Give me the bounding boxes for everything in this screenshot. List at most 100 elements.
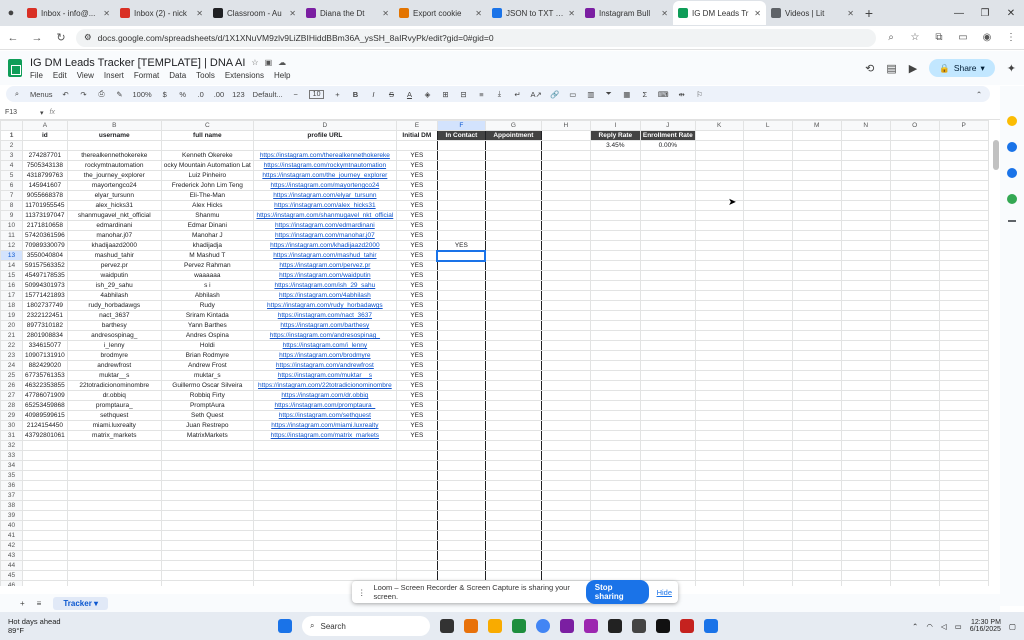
close-tab-icon[interactable]: ✕: [382, 9, 389, 18]
cell[interactable]: [694, 370, 744, 381]
cell[interactable]: [840, 370, 891, 381]
cell[interactable]: https://instagram.com/brodmyre: [252, 350, 397, 361]
cell[interactable]: [484, 490, 542, 501]
sidepanel-icon[interactable]: ▭: [954, 32, 972, 43]
cell[interactable]: [742, 550, 793, 561]
row-number[interactable]: 27: [0, 390, 23, 401]
cell[interactable]: [436, 420, 486, 431]
cell[interactable]: [436, 230, 486, 241]
cell[interactable]: [540, 510, 591, 521]
cell[interactable]: [840, 190, 891, 201]
cell[interactable]: [436, 140, 486, 151]
profile-icon[interactable]: ●: [0, 2, 22, 24]
cell[interactable]: [436, 460, 486, 471]
cell[interactable]: [639, 540, 696, 551]
comments-icon[interactable]: ▤: [886, 62, 896, 75]
cell[interactable]: YES: [395, 150, 438, 161]
cell[interactable]: [938, 210, 989, 221]
cell[interactable]: [791, 570, 842, 581]
cell[interactable]: [540, 550, 591, 561]
cell[interactable]: [589, 500, 641, 511]
cell[interactable]: [840, 560, 891, 571]
cell[interactable]: [742, 480, 793, 491]
cell[interactable]: [791, 180, 842, 191]
cell[interactable]: [484, 370, 542, 381]
cell[interactable]: [436, 400, 486, 411]
cell[interactable]: https://instagram.com/22totradicionomino…: [252, 380, 397, 391]
cell[interactable]: [540, 540, 591, 551]
cell[interactable]: [742, 150, 793, 161]
cell[interactable]: [938, 330, 989, 341]
spreadsheet-grid[interactable]: ABCDEFGHIJKLMNOP 1 id username full name pro…: [0, 120, 993, 586]
cell[interactable]: [694, 160, 744, 171]
cell[interactable]: [252, 520, 397, 531]
cell[interactable]: [22, 140, 68, 151]
cell[interactable]: [840, 210, 891, 221]
cell[interactable]: [22, 530, 68, 541]
cell[interactable]: [66, 450, 162, 461]
row-number[interactable]: 42: [0, 540, 23, 551]
cell[interactable]: [639, 170, 696, 181]
cell[interactable]: Juan Restrepo: [160, 420, 254, 431]
cell[interactable]: [484, 520, 542, 531]
cell[interactable]: https://instagram.com/elyar_tursunn: [252, 190, 397, 201]
cell[interactable]: [694, 390, 744, 401]
cell[interactable]: [889, 580, 940, 586]
cell[interactable]: khadijadja: [160, 240, 254, 251]
cell[interactable]: 11373197047: [22, 210, 68, 221]
cell[interactable]: [160, 470, 254, 481]
undo-icon[interactable]: ↶: [61, 90, 71, 99]
cell[interactable]: [938, 160, 989, 171]
cell[interactable]: [694, 550, 744, 561]
cell[interactable]: [66, 520, 162, 531]
cell[interactable]: MatrixMarkets: [160, 430, 254, 441]
cell[interactable]: [639, 310, 696, 321]
cell[interactable]: [436, 440, 486, 451]
cell[interactable]: [742, 320, 793, 331]
cell[interactable]: [395, 540, 438, 551]
cell[interactable]: [840, 350, 891, 361]
cell[interactable]: [252, 570, 397, 581]
cell[interactable]: [694, 450, 744, 461]
cell[interactable]: [639, 160, 696, 171]
cell[interactable]: [889, 420, 940, 431]
column-header[interactable]: J: [639, 120, 696, 131]
cell[interactable]: [889, 490, 940, 501]
cell[interactable]: [791, 500, 842, 511]
cell[interactable]: Holdi: [160, 340, 254, 351]
cell[interactable]: [395, 460, 438, 471]
hide-link[interactable]: Hide: [657, 588, 672, 597]
cell[interactable]: https://instagram.com/4abhilash: [252, 290, 397, 301]
cell[interactable]: [742, 160, 793, 171]
cell[interactable]: [589, 430, 641, 441]
cell[interactable]: [639, 430, 696, 441]
cell[interactable]: alex_hicks31: [66, 200, 162, 211]
menu-item[interactable]: File: [30, 71, 43, 80]
cell[interactable]: [540, 530, 591, 541]
cell[interactable]: YES: [395, 250, 438, 261]
cell[interactable]: YES: [395, 400, 438, 411]
cell[interactable]: [540, 210, 591, 221]
cell[interactable]: [540, 460, 591, 471]
cell[interactable]: [436, 570, 486, 581]
cell[interactable]: [938, 180, 989, 191]
cell[interactable]: [742, 270, 793, 281]
vertical-scrollbar[interactable]: [993, 140, 999, 170]
cell[interactable]: [484, 420, 542, 431]
drag-handle-icon[interactable]: ⋮: [358, 588, 366, 597]
cell[interactable]: https://instagram.com/edmardinani: [252, 220, 397, 231]
cell[interactable]: [889, 540, 940, 551]
cell[interactable]: [742, 450, 793, 461]
name-box[interactable]: F13: [0, 109, 40, 116]
reload-icon[interactable]: ↻: [52, 31, 70, 44]
cell[interactable]: [889, 390, 940, 401]
vertical-align-icon[interactable]: ⤓: [494, 89, 504, 99]
cell[interactable]: [395, 440, 438, 451]
cell[interactable]: [791, 400, 842, 411]
cell[interactable]: andrewfrost: [66, 360, 162, 371]
cell[interactable]: [791, 440, 842, 451]
cell[interactable]: [938, 540, 989, 551]
cell[interactable]: [889, 180, 940, 191]
cell[interactable]: [791, 130, 842, 141]
cell[interactable]: [840, 450, 891, 461]
